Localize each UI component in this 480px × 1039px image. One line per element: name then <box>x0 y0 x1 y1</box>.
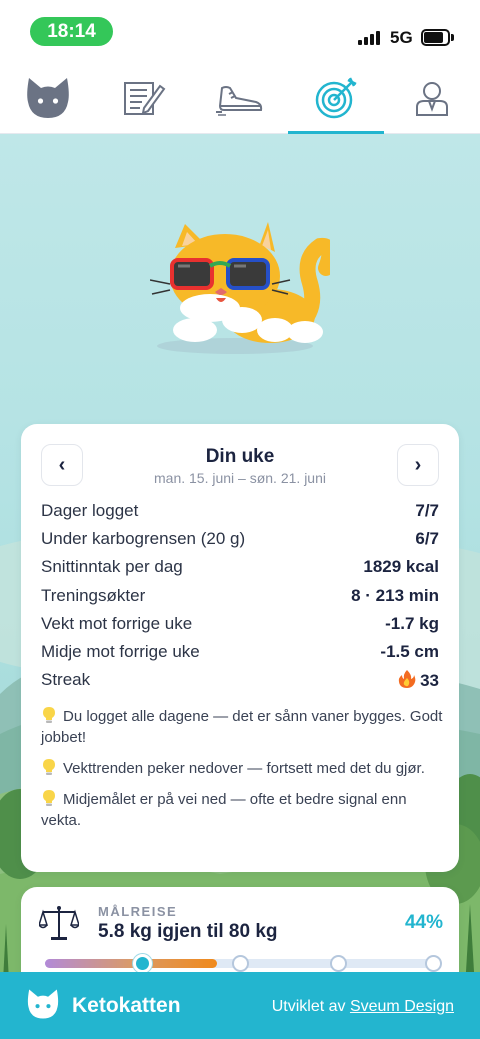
stat-label: Dager logget <box>41 501 139 521</box>
week-title: Din uke <box>205 446 275 467</box>
goal-percent: 44% <box>404 912 443 933</box>
stat-days-logged: Dager logget 7/7 <box>41 497 439 525</box>
stat-streak: Streak 33 <box>41 666 439 694</box>
milestone-marker <box>329 955 347 972</box>
notebook-pencil-icon <box>124 82 166 115</box>
footer-bar: Ketokatten Utviklet av Sveum Design <box>0 972 480 1039</box>
stat-value: -1.7 kg <box>385 613 439 633</box>
tip-item: Vekttrenden peker nedover — fortsett med… <box>41 758 443 779</box>
stat-under-carb-limit: Under karbogrensen (20 g) 6/7 <box>41 525 439 553</box>
person-icon <box>416 82 448 116</box>
stat-label: Midje mot forrige uke <box>41 642 200 662</box>
goal-progress-track <box>45 954 442 973</box>
top-nav <box>0 62 480 134</box>
milestone-marker <box>425 955 442 972</box>
cat-mascot-illustration <box>150 222 330 354</box>
stat-weight-change: Vekt mot forrige uke -1.7 kg <box>41 610 439 638</box>
credit-link[interactable]: Sveum Design <box>350 998 454 1015</box>
fire-icon <box>398 670 416 689</box>
network-label: 5G <box>390 28 413 47</box>
nav-tab-training[interactable] <box>192 62 288 134</box>
stat-value-streak: 33 <box>398 669 439 691</box>
nav-tab-profile[interactable] <box>0 62 96 134</box>
credit-prefix: Utviklet av <box>271 998 346 1015</box>
sneaker-icon <box>216 86 263 116</box>
status-bar: 18:14 5G <box>0 0 480 62</box>
tip-text: Midjemålet er på vei ned — ofte et bedre… <box>41 791 407 829</box>
signal-icon <box>358 29 382 45</box>
lightbulb-icon <box>43 790 55 806</box>
stat-average-intake: Snittinntak per dag 1829 kcal <box>41 553 439 581</box>
stat-value: 1829 kcal <box>363 557 439 577</box>
nav-tab-goals[interactable] <box>288 62 384 134</box>
stat-value: 7/7 <box>415 501 439 521</box>
week-tips: Du logget alle dagene — det er sånn vane… <box>41 706 443 841</box>
tip-item: Du logget alle dagene — det er sånn vane… <box>41 706 443 748</box>
goal-remaining: 5.8 kg igjen til 80 kg <box>98 921 278 942</box>
cat-face-icon <box>27 78 69 118</box>
stat-label: Streak <box>41 670 91 690</box>
stat-value: 8 · 213 min <box>351 585 439 605</box>
stat-label: Treningsøkter <box>41 585 146 605</box>
lightbulb-icon <box>43 707 55 723</box>
footer-credit: Utviklet av Sveum Design <box>272 998 454 1016</box>
milestone-marker <box>232 955 249 972</box>
week-stats-list: Dager logget 7/7 Under karbogrensen (20 … <box>41 497 439 694</box>
tip-text: Vekttrenden peker nedover — fortsett med… <box>63 760 425 777</box>
tip-item: Midjemålet er på vei ned — ofte et bedre… <box>41 789 443 831</box>
stat-waist-change: Midje mot forrige uke -1.5 cm <box>41 638 439 666</box>
goal-eyebrow: MÅLREISE <box>98 904 178 919</box>
battery-icon <box>421 29 454 46</box>
status-time: 18:14 <box>30 17 113 46</box>
streak-count: 33 <box>420 671 439 691</box>
week-date-range: man. 15. juni – søn. 21. juni <box>154 470 326 486</box>
stat-workouts: Treningsøkter 8 · 213 min <box>41 582 439 610</box>
nav-tab-account[interactable] <box>384 62 480 134</box>
cat-logo-icon <box>27 989 59 1019</box>
stat-value: -1.5 cm <box>380 642 439 662</box>
target-icon <box>315 77 357 119</box>
stat-label: Vekt mot forrige uke <box>41 613 193 633</box>
lightbulb-icon <box>43 759 55 775</box>
stat-label: Under karbogrensen (20 g) <box>41 529 246 549</box>
scale-balance-icon <box>39 906 79 940</box>
tip-text: Du logget alle dagene — det er sånn vane… <box>41 708 443 746</box>
milestone-marker-current <box>133 954 153 973</box>
week-summary-card: ‹ Din uke man. 15. juni – søn. 21. juni … <box>21 424 459 872</box>
next-week-button[interactable]: › <box>397 444 439 486</box>
nav-tab-diary[interactable] <box>96 62 192 134</box>
stat-value: 6/7 <box>415 529 439 549</box>
goal-progress-fill <box>45 959 218 968</box>
stat-label: Snittinntak per dag <box>41 557 183 577</box>
footer-brand: Ketokatten <box>72 994 181 1017</box>
